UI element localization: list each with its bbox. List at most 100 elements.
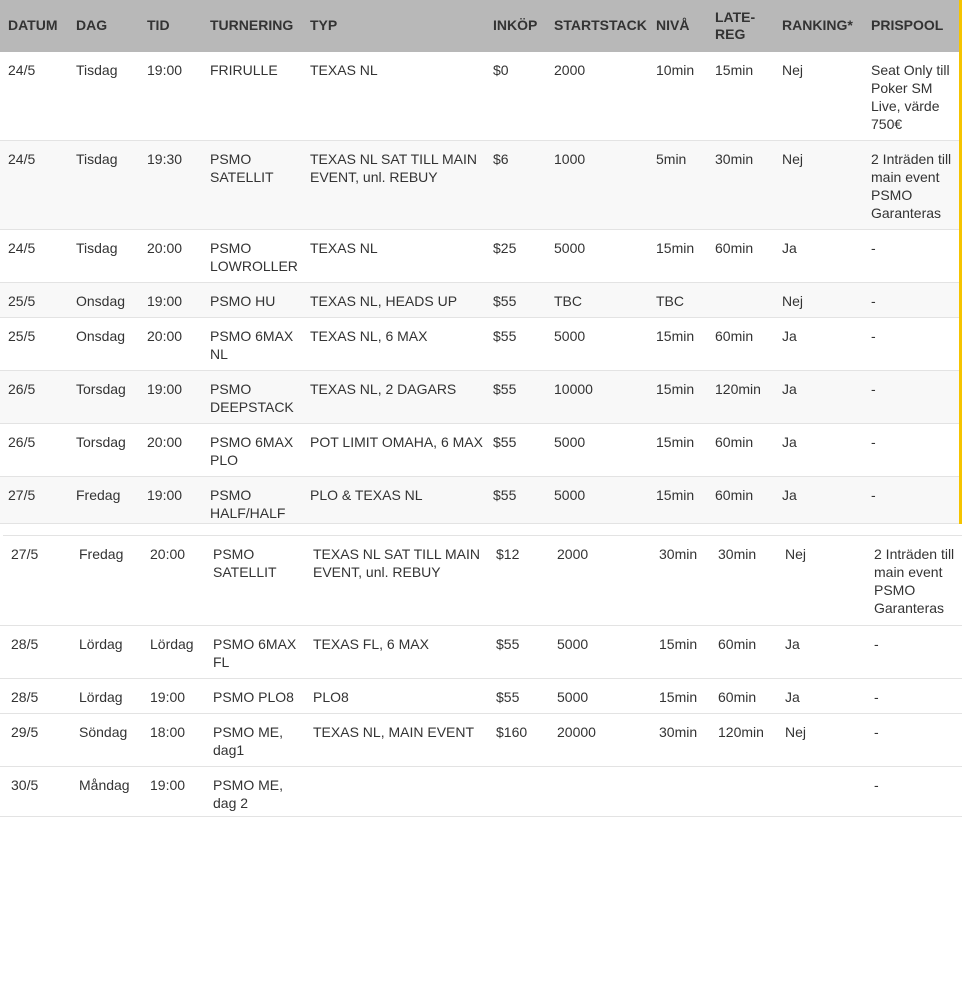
cell-dag: Torsdag (76, 434, 126, 450)
cell-inkop: $0 (493, 62, 509, 78)
cell-ranking: Ja (785, 689, 800, 705)
header-datum: DATUM (8, 17, 58, 33)
cell-inkop: $55 (493, 434, 517, 450)
cell-niva: 15min (656, 434, 695, 450)
cell-dag: Fredag (76, 487, 121, 503)
cell-turnering: PSMO PLO8 (213, 689, 294, 705)
cell-prispool: - (874, 777, 879, 793)
cell-prispool: - (871, 293, 876, 309)
cell-typ: TEXAS NL (310, 240, 378, 256)
table-row: 29/5 Söndag 18:00 PSMO ME, dag1 TEXAS NL, MA… (0, 714, 962, 767)
cell-startstack: TBC (554, 293, 582, 309)
cell-inkop: $55 (493, 293, 517, 309)
cell-turnering: PSMO DEEPSTACK (210, 381, 294, 415)
cell-ranking: Ja (782, 487, 797, 503)
cell-niva: 15min (659, 636, 698, 652)
cell-startstack: 10000 (554, 381, 593, 397)
cell-inkop: $25 (493, 240, 517, 256)
cell-tid: 19:00 (147, 487, 183, 503)
table-row: 27/5 Fredag 19:00 PSMO HALF/HALF PLO & TEXAS… (0, 477, 959, 524)
cell-typ: POT LIMIT OMAHA, 6 MAX (310, 434, 483, 450)
table-row: 24/5 Tisdag 19:00 FRIRULLE TEXAS NL $0 2000 10m… (0, 52, 959, 141)
cell-typ: TEXAS NL, HEADS UP (310, 293, 458, 309)
cell-tid: 20:00 (150, 546, 186, 562)
cell-late-reg: 15min (715, 62, 754, 78)
header-startstack: STARTSTACK (554, 17, 647, 33)
schedule-table-top: DATUM DAG TID TURNERING TYP INKÖP STARTS… (0, 0, 962, 524)
cell-inkop: $55 (493, 487, 517, 503)
cell-prispool: - (871, 434, 876, 450)
cell-typ: PLO & TEXAS NL (310, 487, 423, 503)
cell-datum: 24/5 (8, 240, 36, 256)
cell-late-reg: 60min (718, 689, 757, 705)
cell-niva: 10min (656, 62, 695, 78)
cell-niva: 15min (659, 689, 698, 705)
cell-turnering: FRIRULLE (210, 62, 278, 78)
header-late-reg: LATE-REG (715, 9, 756, 42)
cell-tid: 20:00 (147, 328, 183, 344)
cell-prispool: - (871, 328, 876, 344)
cell-tid: 19:30 (147, 151, 183, 167)
cell-datum: 28/5 (11, 636, 39, 652)
cell-late-reg: 30min (715, 151, 754, 167)
table-row: 25/5 Onsdag 19:00 PSMO HU TEXAS NL, HEADS UP… (0, 283, 959, 318)
cell-ranking: Nej (785, 546, 807, 562)
cell-prispool: Seat Only till Poker SM Live, värde 750€ (871, 62, 950, 132)
cell-inkop: $160 (496, 724, 528, 740)
cell-datum: 26/5 (8, 381, 36, 397)
cell-inkop: $55 (496, 689, 520, 705)
cell-inkop: $12 (496, 546, 520, 562)
cell-ranking: Ja (782, 381, 797, 397)
cell-datum: 27/5 (8, 487, 36, 503)
cell-inkop: $55 (493, 328, 517, 344)
cell-startstack: 5000 (554, 487, 586, 503)
cell-turnering: PSMO HU (210, 293, 276, 309)
cell-late-reg: 60min (715, 328, 754, 344)
cell-tid: 19:00 (147, 293, 183, 309)
cell-prispool: 2 Inträden till main event PSMO Garanter… (874, 546, 955, 616)
cell-startstack: 5000 (557, 689, 589, 705)
table-row: 24/5 Tisdag 20:00 PSMO LOWROLLER TEXAS NL $25… (0, 230, 959, 283)
cell-dag: Lördag (79, 636, 123, 652)
cell-inkop: $6 (493, 151, 509, 167)
cell-ranking: Nej (782, 151, 804, 167)
cell-datum: 24/5 (8, 62, 36, 78)
cell-prispool: 2 Inträden till main event PSMO Garanter… (871, 151, 952, 221)
cell-prispool: - (871, 240, 876, 256)
cell-typ: PLO8 (313, 689, 349, 705)
cell-typ: TEXAS NL SAT TILL MAIN EVENT, unl. REBUY (313, 546, 481, 580)
cell-prispool: - (874, 636, 879, 652)
cell-niva: 15min (656, 240, 695, 256)
header-turnering: TURNERING (210, 17, 294, 33)
cell-ranking: Ja (782, 328, 797, 344)
cell-prispool: - (871, 381, 876, 397)
cell-tid: 20:00 (147, 240, 183, 256)
cell-turnering: PSMO 6MAX NL (210, 328, 294, 362)
cell-startstack: 5000 (554, 240, 586, 256)
cell-late-reg: 120min (715, 381, 761, 397)
cell-ranking: Ja (782, 240, 797, 256)
header-dag: DAG (76, 17, 108, 33)
cell-dag: Söndag (79, 724, 128, 740)
table-row: 25/5 Onsdag 20:00 PSMO 6MAX NL TEXAS NL, 6 M… (0, 318, 959, 371)
table-row: 28/5 Lördag Lördag PSMO 6MAX FL TEXAS FL, 6 … (0, 626, 962, 679)
cell-datum: 30/5 (11, 777, 39, 793)
table-row: 26/5 Torsdag 19:00 PSMO DEEPSTACK TEXAS NL, … (0, 371, 959, 424)
cell-late-reg: 60min (715, 434, 754, 450)
cell-prispool: - (874, 724, 879, 740)
cell-niva: 15min (656, 328, 695, 344)
cell-tid: Lördag (150, 636, 194, 652)
cell-datum: 29/5 (11, 724, 39, 740)
cell-ranking: Nej (785, 724, 807, 740)
cell-startstack: 1000 (554, 151, 586, 167)
cell-startstack: 5000 (557, 636, 589, 652)
cell-turnering: PSMO LOWROLLER (210, 240, 298, 274)
cell-turnering: PSMO 6MAX PLO (210, 434, 294, 468)
cell-dag: Onsdag (76, 293, 126, 309)
cell-turnering: PSMO HALF/HALF (210, 487, 286, 521)
cell-tid: 19:00 (150, 689, 186, 705)
cell-startstack: 20000 (557, 724, 596, 740)
header-inkop: INKÖP (493, 17, 538, 33)
cell-tid: 18:00 (150, 724, 186, 740)
cell-inkop: $55 (493, 381, 517, 397)
